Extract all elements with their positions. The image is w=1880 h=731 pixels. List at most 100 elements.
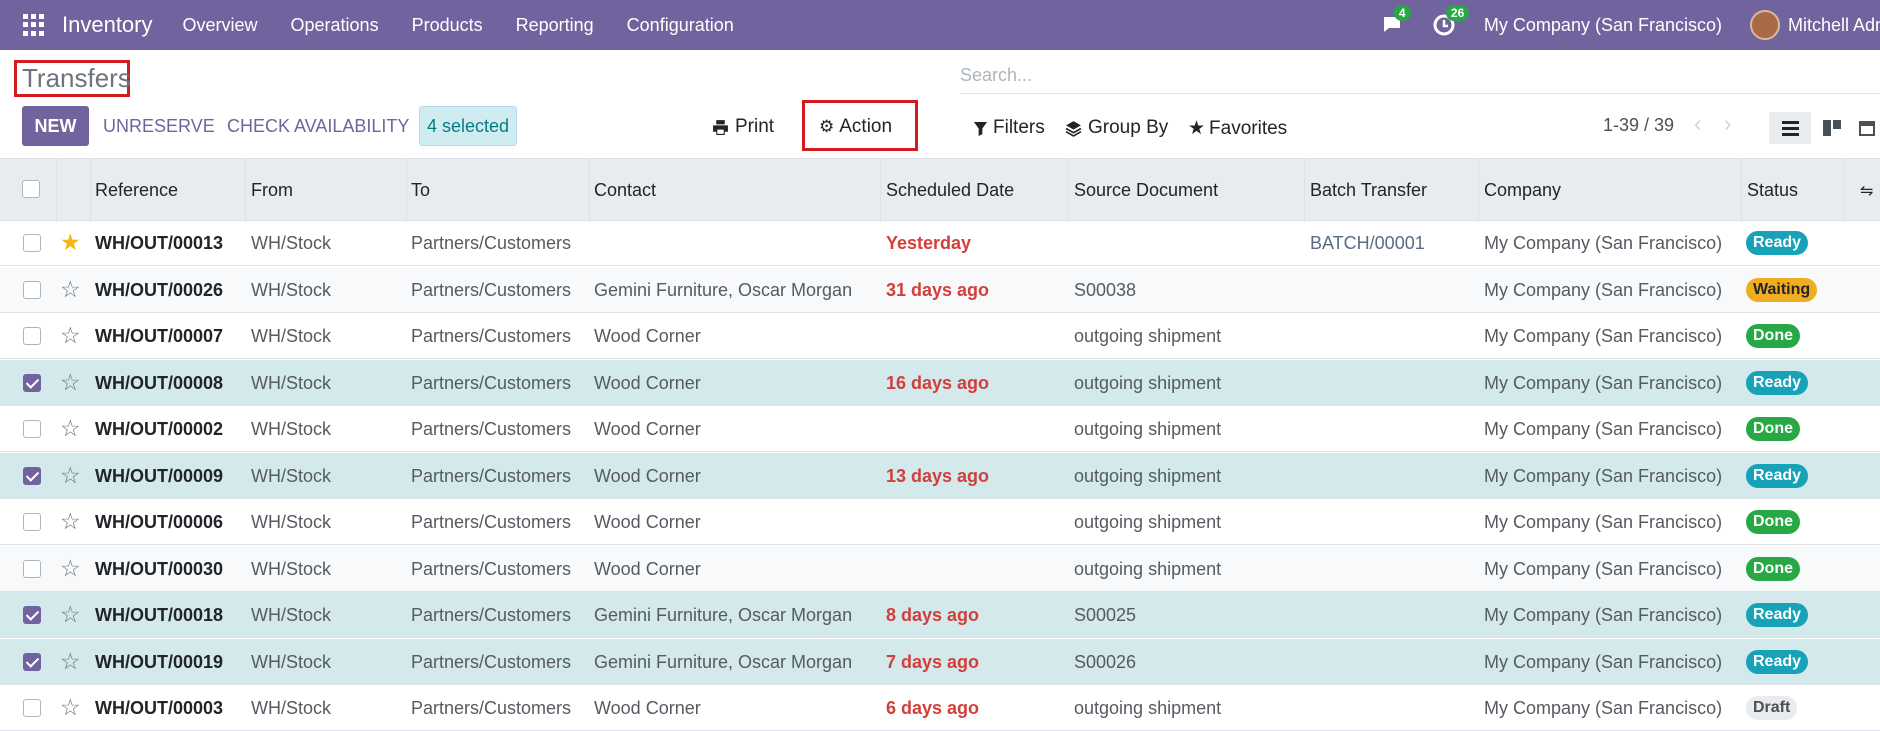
group-by-button[interactable]: Group By (1065, 117, 1168, 139)
unreserve-button[interactable]: UNRESERVE (103, 116, 215, 137)
list-view-button[interactable] (1769, 112, 1811, 144)
pager-value[interactable]: 1-39 / 39 (1603, 115, 1674, 136)
status-badge: Ready (1746, 649, 1809, 674)
star-icon: ★ (1188, 118, 1206, 139)
table-row[interactable]: ☆ WH/OUT/00018 WH/Stock Partners/Customers G… (0, 592, 1880, 638)
activities-count-badge: 26 (1445, 5, 1470, 21)
row-checkbox[interactable] (23, 327, 41, 345)
user-avatar[interactable] (1750, 10, 1780, 40)
priority-star-icon[interactable]: ☆ (60, 601, 81, 628)
column-header-source-document[interactable]: Source Document (1074, 180, 1218, 201)
reference-cell: WH/OUT/00019 (95, 651, 224, 672)
row-checkbox[interactable] (23, 373, 41, 392)
menu-configuration[interactable]: Configuration (627, 15, 734, 36)
status-badge: Done (1746, 556, 1800, 581)
priority-star-icon[interactable]: ☆ (60, 276, 81, 303)
priority-star-icon[interactable]: ☆ (60, 462, 81, 489)
to-cell: Partners/Customers (411, 558, 572, 579)
kanban-view-button[interactable] (1811, 112, 1853, 144)
new-button[interactable]: NEW (22, 106, 89, 146)
from-cell: WH/Stock (251, 698, 332, 718)
priority-star-icon[interactable]: ★ (60, 229, 81, 256)
select-all-checkbox[interactable] (22, 180, 40, 198)
favorites-button[interactable]: ★ Favorites (1188, 117, 1287, 140)
company-cell: My Company (San Francisco) (1484, 651, 1723, 672)
contact-cell: Wood Corner (594, 419, 701, 439)
row-checkbox[interactable] (23, 652, 41, 671)
table-row[interactable]: ☆ WH/OUT/00009 WH/Stock Partners/Customers W… (0, 452, 1880, 499)
messages-button[interactable]: 4 (1380, 5, 1411, 37)
menu-products[interactable]: Products (412, 15, 483, 36)
action-button[interactable]: ⚙ Action (819, 116, 892, 138)
print-button[interactable]: Print (712, 116, 774, 138)
table-row[interactable]: ☆ WH/OUT/00003 WH/Stock Partners/Customers W… (0, 685, 1880, 731)
print-label: Print (735, 116, 775, 137)
company-switcher[interactable]: My Company (San Francisco) (1484, 15, 1722, 36)
table-row[interactable]: ☆ WH/OUT/00006 WH/Stock Partners/Customers W… (0, 499, 1880, 545)
contact-cell: Wood Corner (594, 512, 701, 532)
row-checkbox[interactable] (23, 559, 41, 578)
to-cell: Partners/Customers (411, 326, 572, 346)
row-checkbox[interactable] (23, 513, 41, 531)
column-header-reference[interactable]: Reference (95, 180, 178, 201)
company-cell: My Company (San Francisco) (1484, 605, 1723, 625)
apps-menu-icon[interactable] (23, 14, 45, 36)
activities-button[interactable]: 26 (1432, 5, 1470, 37)
page-title[interactable]: Transfers (22, 63, 131, 94)
source-document-cell: outgoing shipment (1074, 512, 1222, 532)
group-by-label: Group By (1088, 117, 1169, 138)
priority-star-icon[interactable]: ☆ (60, 555, 81, 582)
status-badge: Ready (1746, 370, 1809, 395)
column-header-scheduled-date[interactable]: Scheduled Date (886, 180, 1014, 201)
row-checkbox[interactable] (23, 420, 41, 438)
from-cell: WH/Stock (251, 465, 332, 486)
row-checkbox[interactable] (23, 280, 41, 299)
priority-star-icon[interactable]: ☆ (60, 322, 81, 349)
table-row[interactable]: ☆ WH/OUT/00019 WH/Stock Partners/Customers G… (0, 638, 1880, 685)
priority-star-icon[interactable]: ☆ (60, 369, 81, 396)
scheduled-date-cell: 8 days ago (886, 605, 980, 625)
priority-star-icon[interactable]: ☆ (60, 415, 81, 442)
column-header-company[interactable]: Company (1484, 180, 1561, 201)
check-availability-button[interactable]: CHECK AVAILABILITY (227, 116, 409, 137)
table-row[interactable]: ★ WH/OUT/00013 WH/Stock Partners/Customers Y… (0, 220, 1880, 266)
optional-columns-toggle-icon[interactable]: ⇋ (1860, 181, 1873, 201)
menu-overview[interactable]: Overview (183, 15, 258, 36)
table-row[interactable]: ☆ WH/OUT/00007 WH/Stock Partners/Customers W… (0, 313, 1880, 359)
column-header-contact[interactable]: Contact (594, 180, 656, 201)
row-checkbox[interactable] (23, 234, 41, 252)
favorites-label: Favorites (1209, 117, 1288, 139)
table-row[interactable]: ☆ WH/OUT/00008 WH/Stock Partners/Customers W… (0, 359, 1880, 406)
column-header-to[interactable]: To (411, 180, 430, 201)
filters-button[interactable]: Filters (973, 117, 1045, 139)
from-cell: WH/Stock (251, 372, 332, 393)
user-menu[interactable]: Mitchell Admin (1788, 15, 1880, 36)
status-badge: Done (1746, 324, 1800, 348)
row-checkbox[interactable] (23, 606, 41, 624)
to-cell: Partners/Customers (411, 698, 572, 718)
table-row[interactable]: ☆ WH/OUT/00030 WH/Stock Partners/Customers W… (0, 545, 1880, 592)
table-row[interactable]: ☆ WH/OUT/00026 WH/Stock Partners/Customers G… (0, 266, 1880, 313)
priority-star-icon[interactable]: ☆ (60, 508, 81, 535)
menu-reporting[interactable]: Reporting (516, 15, 594, 36)
search-input[interactable]: Search... (960, 62, 1880, 94)
priority-star-icon[interactable]: ☆ (60, 648, 81, 675)
pager-next-icon[interactable]: › (1724, 111, 1731, 137)
app-name[interactable]: Inventory (62, 12, 153, 38)
column-header-from[interactable]: From (251, 180, 293, 201)
printer-icon (713, 119, 728, 135)
table-row[interactable]: ☆ WH/OUT/00002 WH/Stock Partners/Customers W… (0, 406, 1880, 452)
selected-count-badge[interactable]: 4 selected (419, 106, 517, 146)
menu-operations[interactable]: Operations (291, 15, 379, 36)
source-document-cell: outgoing shipment (1074, 326, 1222, 346)
kanban-icon (1823, 120, 1841, 136)
company-cell: My Company (San Francisco) (1484, 465, 1723, 486)
source-document-cell: S00025 (1074, 605, 1137, 625)
calendar-view-button[interactable] (1853, 112, 1880, 144)
to-cell: Partners/Customers (411, 651, 572, 672)
column-header-batch-transfer[interactable]: Batch Transfer (1310, 180, 1427, 201)
row-checkbox[interactable] (23, 699, 41, 717)
pager-previous-icon[interactable]: ‹ (1694, 111, 1701, 137)
row-checkbox[interactable] (23, 466, 41, 485)
column-header-status[interactable]: Status (1747, 180, 1798, 201)
